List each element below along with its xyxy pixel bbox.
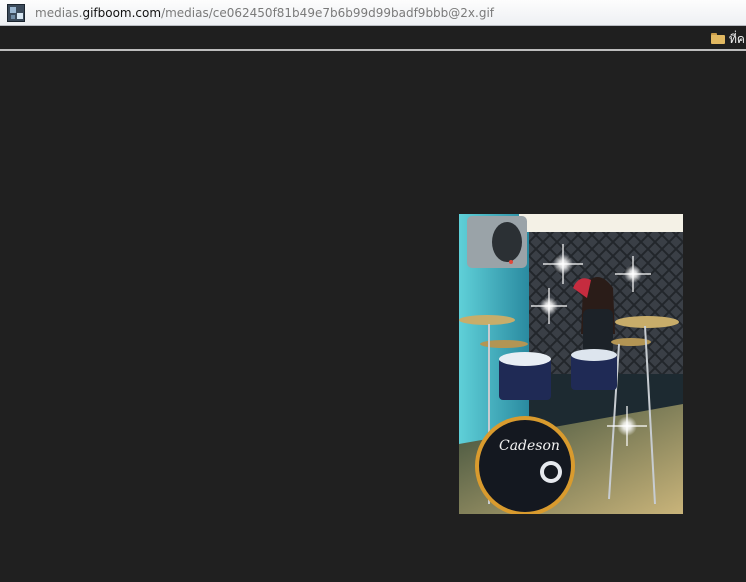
drum-brand-text: Cadeson — [499, 438, 560, 454]
url-host: gifboom.com — [82, 6, 162, 20]
url-path: /medias/ce062450f81b49e7b6b99d99badf9bbb… — [161, 6, 495, 20]
bookmark-folder[interactable]: ที่ค — [711, 31, 745, 47]
gif-image[interactable]: Cadeson — [459, 214, 683, 514]
gif-thumbnail-icon — [7, 4, 25, 22]
folder-icon — [711, 33, 725, 44]
address-bar[interactable]: medias.gifboom.com/medias/ce062450f81b49… — [0, 0, 746, 26]
url-prefix: medias. — [35, 6, 83, 20]
gif-image-graphic: Cadeson — [459, 214, 683, 514]
bookmarks-bar: ที่ค — [0, 26, 746, 51]
bookmark-folder-label: ที่ค — [729, 32, 745, 46]
url-text[interactable]: medias.gifboom.com/medias/ce062450f81b49… — [35, 5, 494, 21]
